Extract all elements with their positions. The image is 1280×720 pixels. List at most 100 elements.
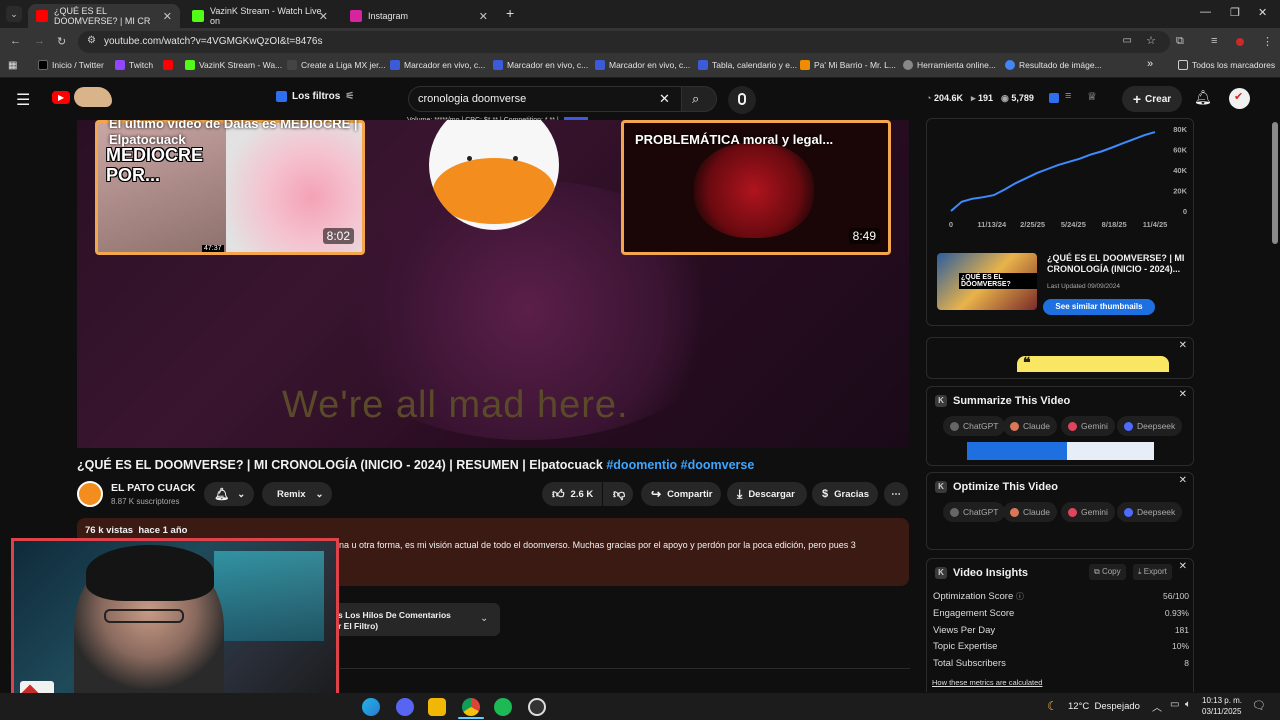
menu-kebab-icon[interactable]: ⋮ bbox=[1262, 35, 1273, 48]
export-button[interactable]: ⤓ Export bbox=[1133, 564, 1172, 580]
filters-button[interactable]: Los filtros ⚟ bbox=[276, 91, 354, 102]
clock-date[interactable]: 03/11/2025 bbox=[1202, 707, 1241, 716]
search-box[interactable]: cronologia doomverse ✕ bbox=[408, 86, 682, 112]
bookmark-item[interactable]: Pa' Mi Barrio - Mr. L... bbox=[800, 60, 896, 70]
bookmark-item[interactable]: Tabla, calendario y e... bbox=[698, 60, 797, 70]
remix-button[interactable]: Remix ⌄ bbox=[262, 482, 332, 506]
create-button[interactable]: + Crear bbox=[1122, 86, 1182, 112]
bookmark-item[interactable]: Marcador en vivo, c... bbox=[595, 60, 690, 70]
address-bar[interactable]: ⚙ youtube.com/watch?v=4VGMGKwQzOI&t=8476… bbox=[78, 31, 1170, 53]
hamburger-menu-icon[interactable]: ☰ bbox=[16, 90, 30, 110]
bookmark-item[interactable]: VazinK Stream - Wa... bbox=[185, 60, 282, 70]
comment-filter-dropdown[interactable]: s Los Hilos De Comentarios r El Filtro) … bbox=[320, 603, 500, 636]
install-app-icon[interactable]: ▭ bbox=[1123, 35, 1132, 46]
gemini-button[interactable]: Gemini bbox=[1061, 502, 1115, 522]
ranking-icon[interactable]: ♕ bbox=[1087, 90, 1097, 103]
clear-search-icon[interactable]: ✕ bbox=[659, 91, 670, 107]
hashtag-link[interactable]: #doomentio bbox=[606, 458, 677, 472]
restore-icon[interactable]: ❐ bbox=[1230, 6, 1240, 19]
info-icon[interactable]: ⓘ bbox=[1016, 592, 1024, 601]
close-tab-icon[interactable]: ✕ bbox=[163, 10, 172, 23]
close-icon[interactable]: ✕ bbox=[1179, 389, 1187, 400]
bookmark-item[interactable]: Marcador en vivo, c... bbox=[493, 60, 588, 70]
more-actions-button[interactable]: ⋯ bbox=[884, 482, 908, 506]
close-window-icon[interactable]: ✕ bbox=[1258, 6, 1267, 19]
claude-button[interactable]: Claude bbox=[1003, 502, 1057, 522]
chatgpt-button[interactable]: ChatGPT bbox=[943, 416, 1006, 436]
metrics-help-link[interactable]: How these metrics are calculated bbox=[932, 678, 1042, 687]
tab-youtube[interactable]: ¿QUÉ ES EL DOOMVERSE? | MI CR ✕ bbox=[28, 4, 180, 28]
chatgpt-button[interactable]: ChatGPT bbox=[943, 502, 1006, 522]
subscription-bell-button[interactable]: 🔔︎ ⌄ bbox=[204, 482, 254, 506]
download-button[interactable]: ⤓ Descargar bbox=[727, 482, 807, 506]
bookmark-item[interactable]: Marcador en vivo, c... bbox=[390, 60, 485, 70]
close-icon[interactable]: ✕ bbox=[1179, 340, 1187, 351]
extension-blue-icon[interactable] bbox=[1049, 93, 1059, 103]
channel-name[interactable]: EL PATO CUACK bbox=[111, 482, 195, 494]
network-icon[interactable]: ▭ bbox=[1170, 699, 1179, 710]
edge-icon[interactable] bbox=[362, 698, 380, 716]
clock-time[interactable]: 10:13 p. m. bbox=[1202, 696, 1242, 705]
related-thumbnail[interactable]: ¿QUÉ ES EL DOOMVERSE? bbox=[937, 253, 1037, 310]
end-screen-title-2[interactable]: PROBLEMÁTICA moral y legal... bbox=[635, 132, 875, 148]
bookmarks-overflow-icon[interactable]: » bbox=[1147, 58, 1153, 70]
close-icon[interactable]: ✕ bbox=[1179, 561, 1187, 572]
end-screen-title-1[interactable]: El último video de Dalas es MEDIOCRE | E… bbox=[109, 120, 359, 148]
spotify-icon[interactable] bbox=[494, 698, 512, 716]
file-explorer-icon[interactable] bbox=[428, 698, 446, 716]
claude-button[interactable]: Claude bbox=[1003, 416, 1057, 436]
notifications-icon[interactable]: 🗨︎ bbox=[1252, 699, 1266, 712]
obs-icon[interactable] bbox=[528, 698, 546, 716]
page-scrollbar[interactable] bbox=[1272, 122, 1278, 244]
bookmark-item[interactable]: Inicio / Twitter bbox=[38, 60, 104, 70]
gemini-button[interactable]: Gemini bbox=[1061, 416, 1115, 436]
deepseek-button[interactable]: Deepseek bbox=[1117, 502, 1183, 522]
all-bookmarks-button[interactable]: Todos los marcadores bbox=[1178, 60, 1275, 70]
chrome-icon[interactable] bbox=[462, 698, 480, 716]
tab-instagram[interactable]: Instagram ✕ bbox=[342, 4, 496, 28]
voice-search-button[interactable] bbox=[728, 86, 756, 114]
bookmark-item[interactable]: Herramienta online... bbox=[903, 60, 996, 70]
similar-thumbnails-button[interactable]: See similar thumbnails bbox=[1043, 299, 1155, 315]
deepseek-button[interactable]: Deepseek bbox=[1117, 416, 1183, 436]
close-tab-icon[interactable]: ✕ bbox=[479, 10, 488, 23]
video-player[interactable]: MEDIOCRE POR... 47:37 8:02 El último vid… bbox=[77, 120, 909, 448]
bookmark-item[interactable]: Create a Liga MX jer... bbox=[287, 60, 386, 70]
bookmark-item[interactable] bbox=[163, 60, 177, 70]
bars-icon[interactable]: ≡ bbox=[1065, 90, 1071, 102]
new-tab-button[interactable]: + bbox=[506, 5, 514, 21]
reload-icon[interactable]: ↻ bbox=[57, 35, 66, 48]
extensions-icon[interactable]: ⧉ bbox=[1176, 35, 1184, 48]
bookmark-item[interactable]: Resultado de imáge... bbox=[1005, 60, 1102, 70]
share-button[interactable]: ↪ Compartir bbox=[641, 482, 721, 506]
channel-avatar[interactable] bbox=[77, 481, 103, 507]
back-icon[interactable]: ← bbox=[10, 35, 21, 47]
tray-chevron-up-icon[interactable]: ︿ bbox=[1152, 699, 1162, 714]
forward-icon[interactable]: → bbox=[34, 35, 45, 47]
url-text[interactable]: youtube.com/watch?v=4VGMGKwQzOI&t=8476s bbox=[104, 36, 322, 47]
dislike-button[interactable]: 👎︎ bbox=[603, 482, 633, 506]
search-button[interactable]: ⌕ bbox=[681, 86, 717, 112]
weather-text[interactable]: 12°C Despejado bbox=[1068, 701, 1140, 712]
bookmark-item[interactable]: Twitch bbox=[115, 60, 153, 70]
minimize-icon[interactable]: — bbox=[1200, 6, 1211, 18]
apps-grid-icon[interactable]: ▦ bbox=[8, 60, 17, 71]
site-info-icon[interactable]: ⚙ bbox=[87, 35, 96, 46]
like-button[interactable]: 👍︎ 2.6 K bbox=[542, 482, 602, 506]
extension-red-icon[interactable] bbox=[1236, 38, 1244, 46]
hashtag-link[interactable]: #doomverse bbox=[681, 458, 755, 472]
close-tab-icon[interactable]: ✕ bbox=[319, 10, 328, 23]
search-input[interactable]: cronologia doomverse bbox=[418, 93, 526, 105]
youtube-logo[interactable]: ▶ bbox=[52, 91, 70, 104]
copy-button[interactable]: ⧉ Copy bbox=[1089, 564, 1126, 580]
avatar[interactable]: ✔ bbox=[1229, 88, 1250, 109]
related-thumbnail-title[interactable]: ¿QUÉ ES EL DOOMVERSE? | MI CRONOLOGÍA (I… bbox=[1047, 253, 1187, 275]
bookmark-star-icon[interactable]: ☆ bbox=[1146, 34, 1156, 47]
tab-search-icon[interactable]: ⌄ bbox=[6, 6, 22, 22]
thanks-button[interactable]: $ Gracias bbox=[812, 482, 878, 506]
volume-icon[interactable]: 🔈︎ bbox=[1185, 699, 1191, 710]
tab-kick[interactable]: VazinK Stream - Watch Live on ✕ bbox=[184, 4, 336, 28]
notifications-bell-icon[interactable]: 🔔︎ bbox=[1194, 89, 1212, 106]
close-icon[interactable]: ✕ bbox=[1179, 475, 1187, 486]
media-icon[interactable]: ≡ bbox=[1211, 35, 1217, 47]
